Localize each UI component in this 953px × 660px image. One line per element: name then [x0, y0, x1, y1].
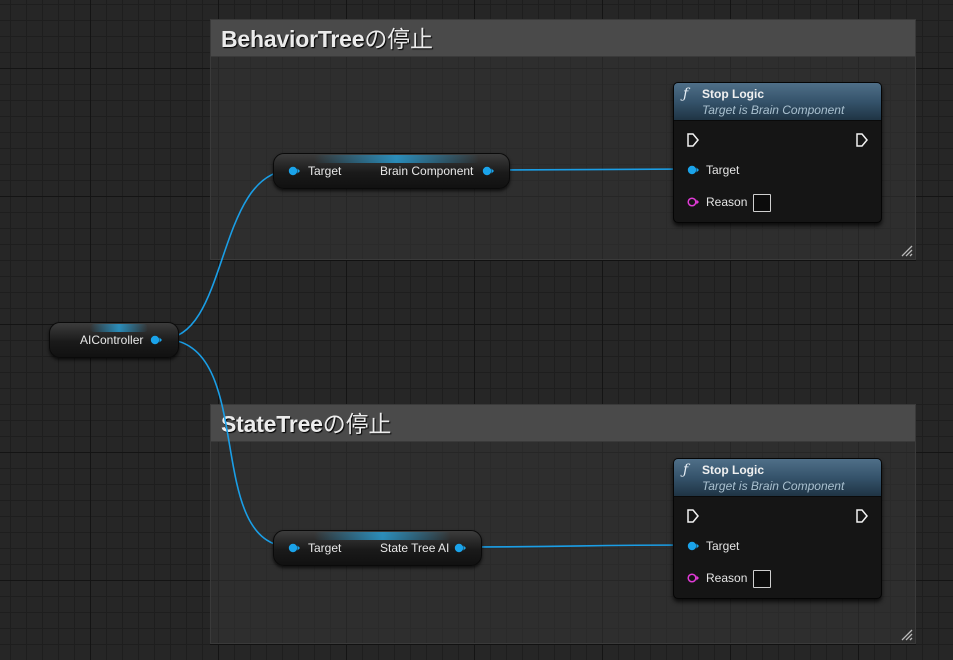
exec-out-icon[interactable] [856, 133, 868, 147]
object-pin-icon[interactable] [482, 166, 494, 176]
getter-output-label: Brain Component [380, 164, 474, 178]
function-title: Stop Logic [702, 463, 764, 477]
comment-title[interactable]: BehaviorTreeの停止 [211, 20, 915, 57]
reason-input[interactable] [753, 570, 771, 588]
reason-pin-label: Reason [706, 195, 748, 209]
function-header[interactable]: ƒ Stop Logic Target is Brain Component [674, 459, 881, 497]
function-subtitle: Target is Brain Component [702, 103, 845, 117]
function-f-icon: ƒ [683, 462, 689, 478]
exec-in-icon[interactable] [687, 133, 699, 147]
getter-input-label: Target [308, 164, 342, 178]
reason-input[interactable] [753, 194, 771, 212]
comment-title[interactable]: StateTreeの停止 [211, 405, 915, 442]
object-pin-icon[interactable] [687, 165, 699, 175]
comment-title-suffix: の停止 [322, 411, 392, 437]
object-pin-icon[interactable] [687, 541, 699, 551]
reason-pin-label: Reason [706, 571, 748, 585]
stop-logic-node-1[interactable]: ƒ Stop Logic Target is Brain Component T… [673, 82, 882, 223]
getter-output-label: State Tree AI [380, 541, 450, 555]
comment-title-suffix: の停止 [364, 26, 433, 52]
function-subtitle: Target is Brain Component [702, 479, 845, 493]
string-pin-icon[interactable] [687, 197, 699, 207]
comment-title-main: StateTree [221, 411, 323, 437]
getter-input-label: Target [308, 541, 342, 555]
target-pin-label: Target [706, 163, 740, 177]
comment-title-main: BehaviorTree [221, 26, 365, 52]
function-title: Stop Logic [702, 87, 764, 101]
function-f-icon: ƒ [683, 86, 689, 102]
exec-in-icon[interactable] [687, 509, 699, 523]
object-pin-icon[interactable] [150, 335, 162, 345]
string-pin-icon[interactable] [687, 573, 699, 583]
object-pin-icon[interactable] [288, 166, 300, 176]
aicontroller-node[interactable]: AIController [49, 322, 179, 358]
state-tree-getter-node[interactable]: Target State Tree AI [273, 530, 482, 566]
object-pin-icon[interactable] [454, 543, 466, 553]
stop-logic-node-2[interactable]: ƒ Stop Logic Target is Brain Component T… [673, 458, 882, 599]
brain-component-getter-node[interactable]: Target Brain Component [273, 153, 510, 189]
aicontroller-label: AIController [80, 333, 144, 347]
function-header[interactable]: ƒ Stop Logic Target is Brain Component [674, 83, 881, 121]
exec-out-icon[interactable] [856, 509, 868, 523]
target-pin-label: Target [706, 539, 740, 553]
object-pin-icon[interactable] [288, 543, 300, 553]
resize-grip-icon[interactable] [901, 629, 913, 641]
resize-grip-icon[interactable] [901, 245, 913, 257]
